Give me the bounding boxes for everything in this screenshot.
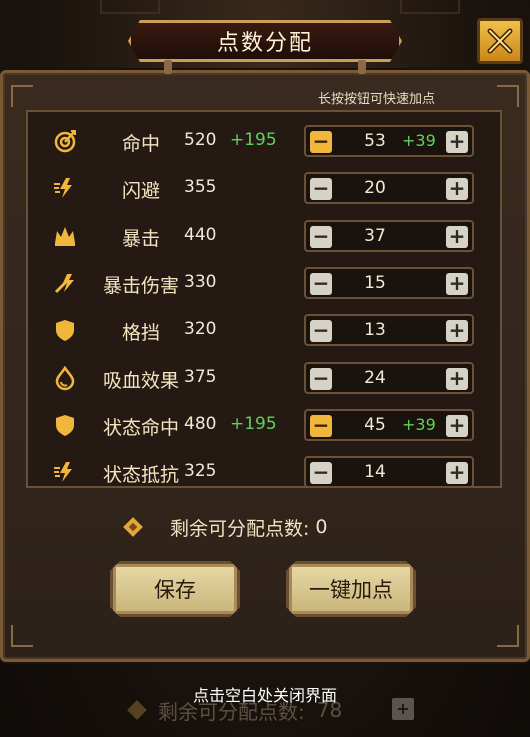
shield-icon bbox=[52, 317, 78, 343]
minus-button[interactable]: − bbox=[310, 178, 332, 201]
remaining-points-value: 0 bbox=[315, 516, 328, 538]
shield-icon bbox=[52, 412, 78, 438]
dialog-title-plate: 点数分配 bbox=[128, 20, 402, 62]
stat-name: 命中 bbox=[121, 133, 160, 155]
stat-name: 状态抵抗 bbox=[102, 464, 179, 487]
stat-row: 暴击 440 − 37 + bbox=[28, 213, 500, 260]
points-stepper: − 20 + bbox=[304, 172, 474, 205]
plus-button[interactable]: + bbox=[446, 462, 468, 485]
points-stepper: − 15 + bbox=[304, 266, 474, 299]
points-stepper: − 14 + bbox=[304, 456, 474, 486]
frame-corner bbox=[497, 85, 519, 107]
stat-value: 520 bbox=[184, 130, 217, 150]
minus-button[interactable]: − bbox=[310, 414, 332, 437]
plus-button[interactable]: + bbox=[446, 367, 468, 390]
stat-row: 暴击伤害 330 − 15 + bbox=[28, 260, 500, 307]
points-stepper: − 37 + bbox=[304, 219, 474, 252]
stat-row: 闪避 355 − 20 + bbox=[28, 165, 500, 212]
dodge-icon bbox=[52, 175, 78, 201]
stat-name: 闪避 bbox=[121, 180, 160, 203]
stat-row: 命中 520 +195 − 53 +39 + bbox=[28, 118, 500, 165]
allocated-points: 24 bbox=[364, 367, 386, 388]
save-button[interactable]: 保存 bbox=[110, 561, 240, 617]
minus-button[interactable]: − bbox=[310, 225, 332, 248]
diamond-icon bbox=[123, 517, 143, 537]
minus-button[interactable]: − bbox=[310, 462, 332, 485]
stat-row: 格挡 320 − 13 + bbox=[28, 307, 500, 354]
close-hint-text: 点击空白处关闭界面 bbox=[192, 686, 337, 705]
remaining-points-row: 剩余可分配点数: 0 bbox=[123, 512, 328, 542]
stat-value: 355 bbox=[184, 177, 217, 198]
stat-value: 330 bbox=[184, 271, 217, 292]
crit-icon bbox=[52, 223, 78, 249]
stat-value: 480 bbox=[184, 413, 217, 434]
points-stepper: − 13 + bbox=[304, 314, 474, 347]
points-stepper: − 24 + bbox=[304, 361, 474, 394]
allocated-points: 45 bbox=[364, 414, 386, 435]
plus-button[interactable]: + bbox=[446, 225, 468, 248]
background-ornament bbox=[400, 0, 460, 14]
stat-value: 320 bbox=[184, 319, 217, 340]
stat-row: 吸血效果 375 − 24 + bbox=[28, 355, 500, 402]
allocated-points: 53 bbox=[364, 131, 386, 151]
close-button[interactable] bbox=[477, 18, 523, 64]
allocated-points: 15 bbox=[364, 272, 386, 293]
close-icon bbox=[487, 28, 513, 54]
frame-corner bbox=[11, 625, 33, 647]
stats-list[interactable]: 命中 520 +195−53 +39 + 闪避 355−20 + 暴击 440−37 + 暴击伤害 33… bbox=[26, 110, 502, 488]
allocated-points: 14 bbox=[364, 462, 386, 483]
stat-bonus: +195 bbox=[230, 130, 277, 150]
stat-row: 状态抵抗 325 − 14 + bbox=[28, 449, 500, 487]
minus-button[interactable]: − bbox=[310, 272, 332, 295]
points-stepper: − 53 +39 + bbox=[304, 125, 474, 157]
stat-name: 格挡 bbox=[121, 322, 160, 345]
minus-button[interactable]: − bbox=[310, 320, 332, 343]
minus-button[interactable]: − bbox=[310, 367, 332, 390]
dialog-title: 点数分配 bbox=[216, 31, 313, 56]
remaining-points-label: 剩余可分配点数: bbox=[170, 517, 310, 540]
crit-damage-icon bbox=[52, 270, 78, 296]
plus-button[interactable]: + bbox=[446, 320, 468, 343]
allocated-bonus: +39 bbox=[402, 414, 436, 434]
minus-button[interactable]: − bbox=[310, 131, 332, 153]
allocated-points: 37 bbox=[364, 225, 386, 246]
stat-name: 状态命中 bbox=[102, 416, 179, 439]
dodge-icon bbox=[52, 459, 78, 485]
stat-bonus: +195 bbox=[230, 413, 277, 434]
allocated-bonus: +39 bbox=[402, 131, 436, 150]
stat-name: 暴击伤害 bbox=[102, 274, 179, 297]
plus-button[interactable]: + bbox=[446, 131, 468, 153]
stat-name: 吸血效果 bbox=[102, 369, 179, 392]
background-ornament bbox=[100, 0, 160, 14]
target-icon bbox=[52, 128, 78, 154]
stat-value: 440 bbox=[184, 224, 217, 245]
stat-value: 325 bbox=[184, 461, 217, 482]
title-hanger bbox=[358, 60, 366, 74]
long-press-hint: 长按按钮可快速加点 bbox=[318, 92, 436, 107]
blood-drop-icon bbox=[52, 365, 78, 391]
stat-name: 暴击 bbox=[121, 227, 160, 250]
title-hanger bbox=[164, 60, 172, 74]
stat-value: 375 bbox=[184, 366, 217, 387]
frame-corner bbox=[497, 625, 519, 647]
points-stepper: − 45 +39 + bbox=[304, 408, 474, 441]
allocated-points: 20 bbox=[364, 178, 386, 199]
plus-button[interactable]: + bbox=[446, 272, 468, 295]
frame-corner bbox=[11, 85, 33, 107]
plus-button[interactable]: + bbox=[446, 178, 468, 201]
stat-row: 状态命中 480 +195 − 45 +39 + bbox=[28, 402, 500, 449]
allocated-points: 13 bbox=[364, 320, 386, 341]
plus-button[interactable]: + bbox=[446, 414, 468, 437]
auto-allocate-button[interactable]: 一键加点 bbox=[286, 561, 416, 617]
